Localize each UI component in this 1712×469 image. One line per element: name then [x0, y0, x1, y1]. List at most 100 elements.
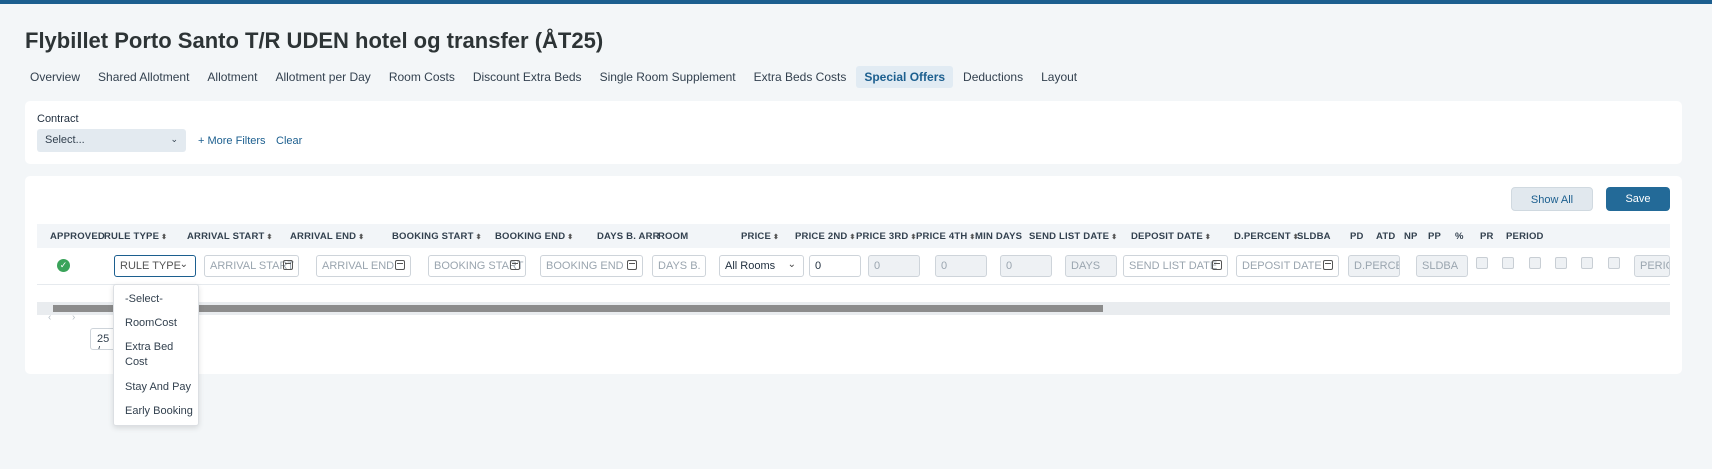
prev-page-button[interactable]: ‹ — [48, 312, 51, 323]
price-3rd-input[interactable]: 0 — [935, 255, 987, 277]
dropdown-option-early-booking[interactable]: Early Booking — [125, 404, 195, 419]
top-accent-bar — [0, 0, 1712, 4]
arrival-end-input[interactable]: ARRIVAL END — [316, 255, 411, 277]
period-input[interactable]: PERIO — [1634, 255, 1670, 277]
calendar-icon — [395, 260, 405, 270]
dropdown-option-roomcost[interactable]: RoomCost — [125, 316, 195, 331]
pp-checkbox[interactable] — [1555, 257, 1567, 269]
send-list-date-input[interactable]: SEND LIST DATE — [1123, 255, 1228, 277]
calendar-icon — [510, 260, 520, 270]
dropdown-option-extra-bed-cost[interactable]: Extra Bed Cost — [125, 340, 195, 370]
col-deposit-date[interactable]: DEPOSIT DATE ⬍ — [1131, 231, 1211, 242]
min-days-input[interactable]: DAYS — [1065, 255, 1117, 277]
rule-type-dropdown: -Select- RoomCost Extra Bed Cost Stay An… — [113, 284, 199, 426]
filter-panel: Contract Select... ⌄ + More Filters Clea… — [25, 101, 1682, 164]
tab-allotment[interactable]: Allotment — [199, 66, 265, 88]
col-price-3rd[interactable]: PRICE 3RD ⬍ — [856, 231, 917, 242]
tab-single-room-supplement[interactable]: Single Room Supplement — [592, 66, 744, 88]
days-b-arr-input[interactable]: DAYS B. — [652, 255, 706, 277]
col-room: ROOM — [658, 231, 689, 242]
pd-checkbox[interactable] — [1476, 257, 1488, 269]
approved-check-icon[interactable]: ✓ — [57, 259, 70, 272]
chevron-down-icon: ⌄ — [170, 134, 178, 144]
dropdown-option-stay-and-pay[interactable]: Stay And Pay — [125, 380, 195, 395]
calendar-icon — [1323, 260, 1333, 270]
clear-filters-link[interactable]: Clear — [276, 135, 302, 147]
contract-label: Contract — [37, 113, 79, 125]
price-4th-input[interactable]: 0 — [1000, 255, 1052, 277]
tab-layout[interactable]: Layout — [1033, 66, 1085, 88]
col-rule-type[interactable]: RULE TYPE ⬍ — [104, 231, 167, 242]
sort-icon: ⬍ — [266, 234, 273, 241]
calendar-icon — [1212, 260, 1222, 270]
special-offers-table-panel: Show All Save APPROVED RULE TYPE ⬍ ARRIVA… — [25, 176, 1682, 374]
booking-start-input[interactable]: BOOKING START — [428, 255, 526, 277]
tab-extra-beds-costs[interactable]: Extra Beds Costs — [746, 66, 855, 88]
price-input[interactable]: 0 — [809, 255, 861, 277]
room-select[interactable]: All Rooms ⌄ — [719, 255, 804, 277]
sldba-input[interactable]: SLDBA — [1416, 255, 1468, 277]
tab-special-offers[interactable]: Special Offers — [856, 66, 954, 88]
col-days-b-arr: DAYS B. ARR — [597, 231, 660, 242]
sort-icon: ⬍ — [567, 234, 574, 241]
col-approved: APPROVED — [50, 231, 105, 242]
chevron-down-icon: ⌄ — [787, 259, 796, 270]
sort-icon: ⬍ — [1111, 234, 1118, 241]
col-price-2nd[interactable]: PRICE 2ND ⬍ — [795, 231, 856, 242]
sort-icon: ⬍ — [475, 234, 482, 241]
booking-end-input[interactable]: BOOKING END — [540, 255, 643, 277]
col-atd: ATD — [1376, 231, 1396, 242]
col-booking-end[interactable]: BOOKING END ⬍ — [495, 231, 573, 242]
sort-icon: ⬍ — [849, 234, 856, 241]
tab-deductions[interactable]: Deductions — [955, 66, 1031, 88]
tab-allotment-per-day[interactable]: Allotment per Day — [267, 66, 378, 88]
show-all-button[interactable]: Show All — [1511, 187, 1593, 211]
col-period: PERIOD — [1506, 231, 1544, 242]
row-divider — [37, 284, 1670, 285]
col-d-percent[interactable]: D.PERCENT ⬍ — [1234, 231, 1299, 242]
sort-icon: ⬍ — [358, 234, 365, 241]
col-pr: PR — [1480, 231, 1494, 242]
col-arrival-end[interactable]: ARRIVAL END ⬍ — [290, 231, 364, 242]
d-percent-input[interactable]: D.PERCEI — [1348, 255, 1400, 277]
col-send-list-date[interactable]: SEND LIST DATE ⬍ — [1029, 231, 1117, 242]
rule-type-select[interactable]: RULE TYPE ⌄ — [114, 255, 196, 277]
col-booking-start[interactable]: BOOKING START ⬍ — [392, 231, 482, 242]
calendar-icon — [627, 260, 637, 270]
pr-checkbox[interactable] — [1608, 257, 1620, 269]
more-filters-link[interactable]: + More Filters — [198, 135, 266, 147]
sort-icon: ⬍ — [1204, 234, 1211, 241]
col-sldba: SLDBA — [1297, 231, 1331, 242]
tab-overview[interactable]: Overview — [22, 66, 88, 88]
scrollbar-thumb[interactable] — [53, 305, 1103, 312]
dropdown-option-select[interactable]: -Select- — [125, 292, 195, 307]
deposit-date-input[interactable]: DEPOSIT DATE — [1236, 255, 1339, 277]
tab-bar: Overview Shared Allotment Allotment Allo… — [22, 66, 1085, 88]
col-pp: PP — [1428, 231, 1442, 242]
tab-shared-allotment[interactable]: Shared Allotment — [90, 66, 197, 88]
contract-select[interactable]: Select... ⌄ — [37, 129, 186, 152]
chevron-down-icon: ⌄ — [179, 259, 188, 270]
table-header: APPROVED RULE TYPE ⬍ ARRIVAL START ⬍ ARRIV… — [37, 224, 1670, 248]
col-percent: % — [1455, 231, 1464, 242]
col-price[interactable]: PRICE ⬍ — [741, 231, 779, 242]
col-price-4th[interactable]: PRICE 4TH ⬍ — [916, 231, 976, 242]
percent-checkbox[interactable] — [1581, 257, 1593, 269]
col-np: NP — [1404, 231, 1418, 242]
sort-icon: ⬍ — [161, 234, 168, 241]
price-2nd-input[interactable]: 0 — [868, 255, 920, 277]
tab-room-costs[interactable]: Room Costs — [381, 66, 463, 88]
calendar-icon — [283, 260, 293, 270]
np-checkbox[interactable] — [1529, 257, 1541, 269]
horizontal-scrollbar[interactable] — [37, 302, 1670, 315]
col-arrival-start[interactable]: ARRIVAL START ⬍ — [187, 231, 273, 242]
col-min-days: MIN DAYS — [975, 231, 1023, 242]
arrival-start-input[interactable]: ARRIVAL START — [204, 255, 299, 277]
sort-icon: ⬍ — [773, 234, 780, 241]
col-pd: PD — [1350, 231, 1364, 242]
next-page-button[interactable]: › — [72, 312, 75, 323]
page-title: Flybillet Porto Santo T/R UDEN hotel og … — [25, 28, 604, 53]
tab-discount-extra-beds[interactable]: Discount Extra Beds — [465, 66, 590, 88]
save-button[interactable]: Save — [1606, 187, 1670, 211]
atd-checkbox[interactable] — [1502, 257, 1514, 269]
